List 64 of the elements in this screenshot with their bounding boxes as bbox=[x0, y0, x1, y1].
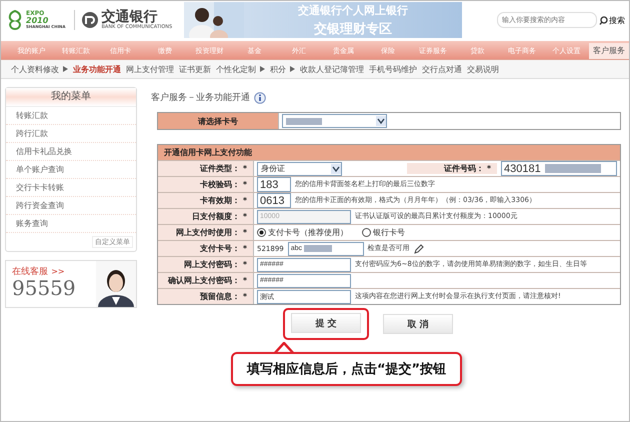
info-icon[interactable] bbox=[254, 92, 266, 104]
field-label: 支付卡号： * bbox=[158, 241, 253, 256]
dropdown-arrow-icon bbox=[331, 164, 341, 174]
field-label: 请选择卡号 bbox=[158, 113, 278, 129]
service-phone: 95559 bbox=[12, 278, 77, 298]
redaction-mark bbox=[304, 245, 332, 252]
field-label: 预留信息： * bbox=[158, 289, 253, 304]
nav-tab[interactable]: 客户服务 bbox=[588, 43, 629, 59]
menu-item[interactable]: 账务查询 bbox=[6, 215, 136, 233]
menu-item[interactable]: 交行卡卡转账 bbox=[6, 179, 136, 197]
subnav-link[interactable]: 证书更新 bbox=[179, 64, 211, 74]
caret-icon bbox=[290, 66, 295, 72]
menu-title: 我的菜单 bbox=[6, 88, 136, 107]
menu-item[interactable]: 跨行汇款 bbox=[6, 125, 136, 143]
subnav-link[interactable]: 积分 bbox=[270, 64, 295, 74]
field-label: 确认网上支付密码： * bbox=[158, 273, 253, 288]
subnav-link[interactable]: 个性化定制 bbox=[216, 64, 265, 74]
subnav-link[interactable]: 业务功能开通 bbox=[73, 64, 121, 74]
subnav-link[interactable]: 交易说明 bbox=[467, 64, 499, 74]
form-button[interactable]: 取 消 bbox=[383, 314, 453, 334]
service-label: 在线客服 bbox=[12, 267, 48, 277]
field-label: 网上支付时使用： * bbox=[158, 225, 253, 240]
card-number-select[interactable] bbox=[282, 114, 387, 128]
redaction-mark bbox=[544, 164, 601, 173]
radio-option[interactable]: 银行卡号 bbox=[362, 227, 405, 238]
caret-icon bbox=[260, 66, 265, 72]
subnav-link[interactable]: 交行点对通 bbox=[422, 64, 462, 74]
field-value: 430181 bbox=[504, 162, 541, 174]
menu-item[interactable]: 单个账户查询 bbox=[6, 161, 136, 179]
input-field[interactable]: 0613 bbox=[257, 193, 291, 208]
search-icon bbox=[599, 16, 608, 24]
pencil-icon bbox=[414, 244, 424, 254]
bank-logo-icon bbox=[80, 10, 98, 29]
menu-item[interactable]: 跨行资金查询 bbox=[6, 197, 136, 215]
expo-year: 2010 bbox=[26, 17, 50, 25]
id-number-field[interactable]: 430181 bbox=[501, 161, 617, 176]
field-label: 网上支付密码： * bbox=[158, 257, 253, 272]
subnav-link[interactable]: 收款人登记簿管理 bbox=[300, 64, 364, 74]
bank-name: 交通银行 bbox=[102, 10, 158, 25]
radio-option[interactable]: 支付卡号（推荐使用） bbox=[257, 227, 348, 238]
banner-subtitle: 交银理财专区 bbox=[314, 20, 392, 38]
dropdown-arrow-icon bbox=[376, 116, 386, 126]
subnav-link[interactable]: 网上支付管理 bbox=[126, 64, 174, 74]
page-title: 客户服务－业务功能开通 bbox=[151, 92, 250, 104]
menu-item[interactable]: 转账汇款 bbox=[6, 107, 136, 125]
search-button[interactable]: 搜索 bbox=[599, 14, 625, 26]
field-label: 证件号码： * bbox=[407, 163, 497, 174]
input-field[interactable]: 183 bbox=[257, 177, 291, 192]
caret-icon bbox=[63, 66, 68, 72]
subnav-link[interactable]: 个人资料修改 bbox=[11, 64, 68, 74]
field-label: 证件类型： * bbox=[158, 161, 253, 176]
service-arrow: >> bbox=[51, 267, 65, 276]
field-label: 卡有效期： * bbox=[158, 193, 253, 208]
banner-title: 交通银行个人网上银行 bbox=[298, 2, 408, 18]
field-label: 卡校验码： * bbox=[158, 177, 253, 192]
form-title: 开通信用卡网上支付功能 bbox=[158, 145, 620, 160]
id-type-select[interactable]: 身份证 bbox=[257, 162, 342, 176]
menu-item[interactable]: 信用卡礼品兑换 bbox=[6, 143, 136, 161]
form-button[interactable]: 提 交 bbox=[291, 313, 361, 333]
service-banner[interactable]: 在线客服 >> 95559 bbox=[5, 260, 137, 308]
field-label: 日支付额度： * bbox=[158, 209, 253, 224]
redaction-mark bbox=[286, 118, 322, 124]
select-value: 身份证 bbox=[261, 163, 285, 174]
subnav-link[interactable]: 手机号码维护 bbox=[369, 64, 417, 74]
